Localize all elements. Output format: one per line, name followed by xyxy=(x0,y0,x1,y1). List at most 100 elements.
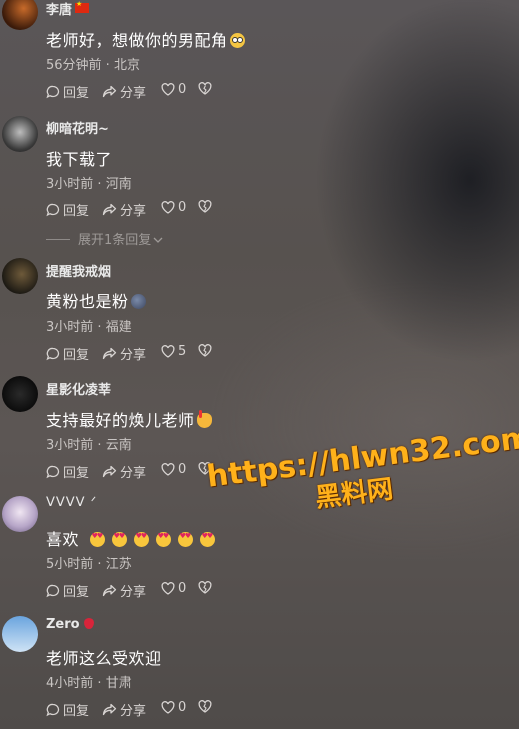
share-label: 分享 xyxy=(120,704,147,719)
heart-icon xyxy=(161,345,175,358)
username[interactable]: 星影化凌莘 xyxy=(46,379,111,398)
broken-heart-icon xyxy=(198,200,212,213)
comment-icon xyxy=(46,347,60,360)
heart-icon xyxy=(161,201,175,214)
username-text: 李唐 xyxy=(46,3,73,18)
username[interactable]: ᐯᐯᐯᐯ ᐟ xyxy=(46,495,97,510)
smiling-hearts-icon xyxy=(155,532,171,547)
heart-icon xyxy=(161,701,175,714)
like-count: 0 xyxy=(178,700,187,715)
comment-icon xyxy=(46,85,60,98)
like-count: 0 xyxy=(178,462,187,477)
reply-button[interactable]: 回复 xyxy=(46,344,89,363)
location: 河南 xyxy=(105,177,132,192)
cn-flag-icon xyxy=(75,0,90,13)
comment-text: 黄粉也是粉 xyxy=(46,288,146,312)
share-button[interactable]: 分享 xyxy=(102,700,146,719)
location: 福建 xyxy=(105,320,132,335)
like-button[interactable]: 0 xyxy=(161,462,186,477)
dislike-button[interactable] xyxy=(198,82,215,95)
like-button[interactable]: 0 xyxy=(161,200,186,215)
separator: · xyxy=(93,177,106,192)
share-label: 分享 xyxy=(120,348,147,363)
reply-button[interactable]: 回复 xyxy=(46,200,89,219)
share-label: 分享 xyxy=(120,86,147,101)
comment-icon xyxy=(46,465,60,478)
share-icon xyxy=(102,584,117,596)
share-button[interactable]: 分享 xyxy=(102,82,146,101)
separator: · xyxy=(93,676,106,691)
avatar[interactable] xyxy=(2,116,38,152)
comment-text: 支持最好的焕儿老师 xyxy=(46,407,212,431)
chevron-down-icon xyxy=(153,237,163,243)
avatar[interactable] xyxy=(2,258,38,294)
username[interactable]: 提醒我戒烟 xyxy=(46,261,111,280)
share-label: 分享 xyxy=(120,585,147,600)
share-icon xyxy=(102,465,117,477)
share-label: 分享 xyxy=(120,204,147,219)
avatar[interactable] xyxy=(2,616,38,652)
comment-text: 喜欢 xyxy=(46,526,215,550)
comment-icon xyxy=(46,584,60,597)
comment-meta: 5小时前 · 江苏 xyxy=(46,553,132,572)
comment-meta: 3小时前 · 河南 xyxy=(46,173,132,192)
watermark: https://hlwn32.com 黑料网 xyxy=(205,420,519,527)
dislike-button[interactable] xyxy=(198,200,215,213)
reply-label: 回复 xyxy=(63,466,90,481)
comment-text: 我下载了 xyxy=(46,150,113,169)
separator: · xyxy=(93,320,106,335)
comment-text-content: 老师好，想做你的男配角 xyxy=(46,31,228,50)
heart-icon xyxy=(161,463,175,476)
comment-text-content: 支持最好的焕儿老师 xyxy=(46,411,195,430)
share-icon xyxy=(102,203,117,215)
reply-label: 回复 xyxy=(63,585,90,600)
smiling-hearts-icon xyxy=(199,532,215,547)
dislike-button[interactable] xyxy=(198,700,215,713)
location: 江苏 xyxy=(105,557,132,572)
avatar[interactable] xyxy=(2,0,38,30)
avatar[interactable] xyxy=(2,496,38,532)
moon-face-icon xyxy=(130,294,146,309)
like-button[interactable]: 0 xyxy=(161,82,186,97)
comment-text-content: 黄粉也是粉 xyxy=(46,292,129,311)
like-button[interactable]: 0 xyxy=(161,581,186,596)
comment-icon xyxy=(46,203,60,216)
expand-replies[interactable]: 展开1条回复 xyxy=(46,229,163,248)
avatar[interactable] xyxy=(2,376,38,412)
share-button[interactable]: 分享 xyxy=(102,344,146,363)
separator: · xyxy=(93,438,106,453)
smiling-hearts-icon xyxy=(133,532,149,547)
share-button[interactable]: 分享 xyxy=(102,581,146,600)
share-button[interactable]: 分享 xyxy=(102,462,146,481)
reply-label: 回复 xyxy=(63,204,90,219)
share-icon xyxy=(102,347,117,359)
location: 云南 xyxy=(105,438,132,453)
username-text: Zero xyxy=(46,617,80,632)
share-button[interactable]: 分享 xyxy=(102,200,146,219)
flushed-face-icon xyxy=(229,33,245,48)
timestamp: 5小时前 xyxy=(46,557,94,572)
separator: · xyxy=(93,557,106,572)
broken-heart-icon xyxy=(198,82,212,95)
reply-button[interactable]: 回复 xyxy=(46,462,89,481)
username[interactable]: Zero xyxy=(46,617,94,632)
reply-button[interactable]: 回复 xyxy=(46,82,89,101)
divider xyxy=(46,239,70,240)
location: 甘肃 xyxy=(105,676,132,691)
share-icon xyxy=(102,85,117,97)
comment-meta: 56分钟前 · 北京 xyxy=(46,54,140,73)
reply-label: 回复 xyxy=(63,704,90,719)
like-button[interactable]: 5 xyxy=(161,344,186,359)
username[interactable]: 李唐 xyxy=(46,0,90,18)
share-icon xyxy=(102,703,117,715)
comment-text: 老师好，想做你的男配角 xyxy=(46,27,245,51)
username[interactable]: 柳暗花明~ xyxy=(46,118,109,137)
timestamp: 4小时前 xyxy=(46,676,94,691)
reply-button[interactable]: 回复 xyxy=(46,581,89,600)
location: 北京 xyxy=(113,58,140,73)
dislike-button[interactable] xyxy=(198,581,215,594)
dislike-button[interactable] xyxy=(198,344,215,357)
like-button[interactable]: 0 xyxy=(161,700,186,715)
reply-button[interactable]: 回复 xyxy=(46,700,89,719)
heart-icon xyxy=(161,582,175,595)
